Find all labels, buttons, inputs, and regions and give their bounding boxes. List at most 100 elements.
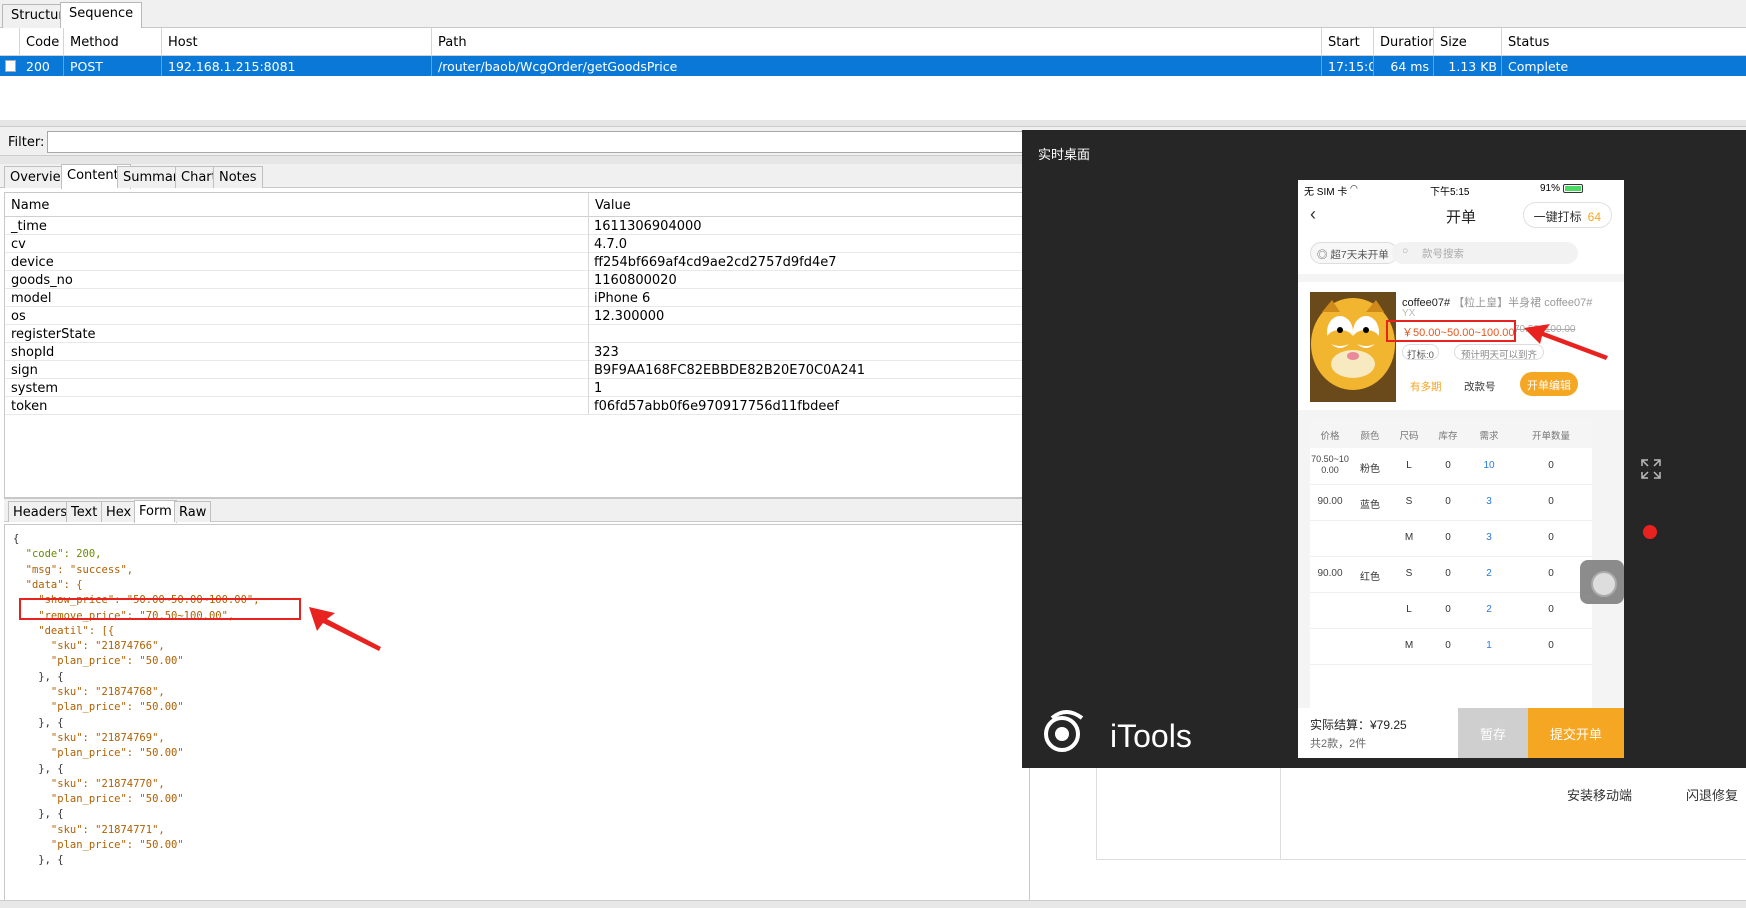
header-icon-col	[0, 28, 20, 56]
request-row-selected[interactable]: 200 POST 192.168.1.215:8081 /router/baob…	[0, 56, 1746, 76]
param-value: B9F9AA168FC82EBBDE82B20E70C0A241	[594, 363, 866, 378]
sku-row-divider	[1310, 664, 1592, 665]
cell-host: 192.168.1.215:8081	[162, 56, 432, 76]
background-window: 安装移动端 闪退修复	[1096, 765, 1746, 860]
product-code-tail: coffee07#	[1544, 297, 1593, 309]
one-click-tag-button[interactable]: 一键打标 64	[1522, 202, 1612, 228]
sku-cell-color: 粉色	[1360, 464, 1380, 475]
header-value[interactable]: Value	[589, 193, 1031, 217]
json-line: }, {	[13, 670, 64, 683]
header-name[interactable]: Name	[5, 193, 589, 217]
sku-table-header: 价格 颜色 尺码 库存 需求 开单数量	[1310, 418, 1592, 448]
params-row[interactable]: _time 1611306904000	[5, 217, 1031, 235]
header-status[interactable]: Status	[1502, 28, 1746, 56]
param-name: goods_no	[11, 273, 73, 288]
tab-text[interactable]: Text	[66, 501, 103, 522]
params-row[interactable]: model iPhone 6	[5, 289, 1031, 307]
column-divider	[588, 235, 589, 253]
param-value: f06fd57abb0f6e970917756d11fbdeef	[594, 399, 839, 414]
multi-period-link[interactable]: 有多期	[1410, 379, 1442, 394]
params-row[interactable]: shopId 323	[5, 343, 1031, 361]
sku-cell-qty[interactable]: 0	[1510, 496, 1592, 507]
param-name: cv	[11, 237, 26, 252]
item-count: 共2款，2件	[1310, 738, 1367, 750]
params-table: Name Value _time 1611306904000 cv 4.7.0 devi…	[4, 192, 1031, 498]
tab-sequence[interactable]: Sequence	[60, 2, 143, 29]
header-duration[interactable]: Duration	[1374, 28, 1434, 56]
phone-status-bar: 无 SIM 卡 ◠ 下午5:15 91%	[1298, 180, 1624, 198]
json-line: {	[13, 533, 20, 545]
sub-tab-bar: Headers Text Hex Form Raw	[4, 498, 1030, 523]
one-click-tag-label: 一键打标	[1533, 210, 1582, 224]
header-method[interactable]: Method	[64, 28, 162, 56]
header-code[interactable]: Code	[20, 28, 64, 56]
sku-cell-color: 红色	[1360, 572, 1380, 583]
tab-headers[interactable]: Headers	[8, 501, 73, 522]
column-divider	[588, 289, 589, 307]
params-row[interactable]: cv 4.7.0	[5, 235, 1031, 253]
params-row[interactable]: system 1	[5, 379, 1031, 397]
params-row[interactable]: device ff254bf669af4cd9ae2cd2757d9fd4e7	[5, 253, 1031, 271]
record-indicator-icon[interactable]	[1643, 525, 1657, 539]
params-row[interactable]: sign B9F9AA168FC82EBBDE82B20E70C0A241	[5, 361, 1031, 379]
sku-cell-qty[interactable]: 0	[1510, 532, 1592, 543]
params-row[interactable]: goods_no 1160800020	[5, 271, 1031, 289]
json-line: }, {	[13, 716, 64, 729]
submit-order-button[interactable]: 提交开单	[1528, 708, 1624, 758]
column-divider	[588, 217, 589, 235]
request-table: Code Method Host Path Start Duration Siz…	[0, 28, 1746, 120]
tab-hex[interactable]: Hex	[101, 501, 137, 522]
chip-label: 超7天未开单	[1330, 249, 1389, 261]
json-line: "msg": "success",	[13, 563, 134, 576]
wifi-icon: ◠	[1350, 183, 1358, 193]
params-row[interactable]: os 12.300000	[5, 307, 1031, 325]
sku-cell-demand: 3	[1486, 496, 1492, 507]
json-line: "plan_price": "50.00"	[13, 747, 184, 760]
product-image	[1310, 292, 1396, 402]
sku-cell-qty[interactable]: 0	[1510, 640, 1592, 651]
tab-form[interactable]: Form	[134, 500, 177, 523]
over-7-days-chip[interactable]: ◎ 超7天未开单	[1310, 242, 1398, 264]
header-size[interactable]: Size	[1434, 28, 1502, 56]
json-line: "sku": "21874771",	[13, 823, 165, 836]
params-row[interactable]: registerState	[5, 325, 1031, 343]
sku-row-divider	[1310, 484, 1592, 485]
product-name: coffee07# 【粒上皇】半身裙 coffee07#	[1402, 294, 1592, 310]
header-path[interactable]: Path	[432, 28, 1322, 56]
json-line: "plan_price": "50.00"	[13, 793, 184, 806]
cell-status: Complete	[1508, 59, 1569, 74]
header-host[interactable]: Host	[162, 28, 432, 56]
param-value: 1	[594, 381, 603, 396]
json-line: "deatil": [{	[13, 624, 115, 637]
param-name: os	[11, 309, 26, 324]
tab-notes[interactable]: Notes	[213, 166, 263, 188]
json-line: "sku": "21874769",	[13, 731, 165, 744]
highlight-box-price	[1386, 320, 1516, 342]
assistive-touch-button[interactable]	[1580, 560, 1624, 604]
json-response-body[interactable]: { "code": 200, "msg": "success", "data":…	[4, 524, 1030, 902]
sku-cell-stock: 0	[1445, 532, 1451, 543]
fullscreen-icon[interactable]	[1640, 458, 1662, 480]
sku-cell-qty[interactable]: 0	[1510, 460, 1592, 471]
sku-cell-size: M	[1404, 640, 1414, 651]
garfield-image	[1310, 292, 1396, 402]
sku-cell-demand: 3	[1486, 532, 1492, 543]
save-draft-button[interactable]: 暂存	[1458, 708, 1528, 758]
tag-count-badge: 打标:0	[1402, 344, 1439, 361]
cell-method: POST	[64, 56, 162, 76]
edit-code-link[interactable]: 改款号	[1464, 379, 1496, 394]
params-row[interactable]: token f06fd57abb0f6e970917756d11fbdeef	[5, 397, 1031, 415]
column-divider	[588, 271, 589, 289]
json-line: "sku": "21874770",	[13, 777, 165, 790]
sku-cell-qty[interactable]: 0	[1510, 604, 1592, 615]
edit-order-button[interactable]: 开单编辑	[1520, 372, 1578, 396]
crash-fix-link[interactable]: 闪退修复	[1686, 785, 1738, 804]
install-mobile-link[interactable]: 安装移动端	[1567, 785, 1632, 804]
phone-screen: 无 SIM 卡 ◠ 下午5:15 91% ‹ 开单 一键打标 64 ◎ 超7天未开…	[1298, 180, 1624, 758]
tab-raw[interactable]: Raw	[174, 501, 212, 522]
param-name: system	[11, 381, 58, 396]
header-start[interactable]: Start	[1322, 28, 1374, 56]
cell-duration: 64 ms	[1374, 56, 1434, 76]
bottom-scrollbar[interactable]	[0, 900, 1746, 908]
search-input[interactable]: ○ 款号搜索	[1392, 242, 1578, 264]
